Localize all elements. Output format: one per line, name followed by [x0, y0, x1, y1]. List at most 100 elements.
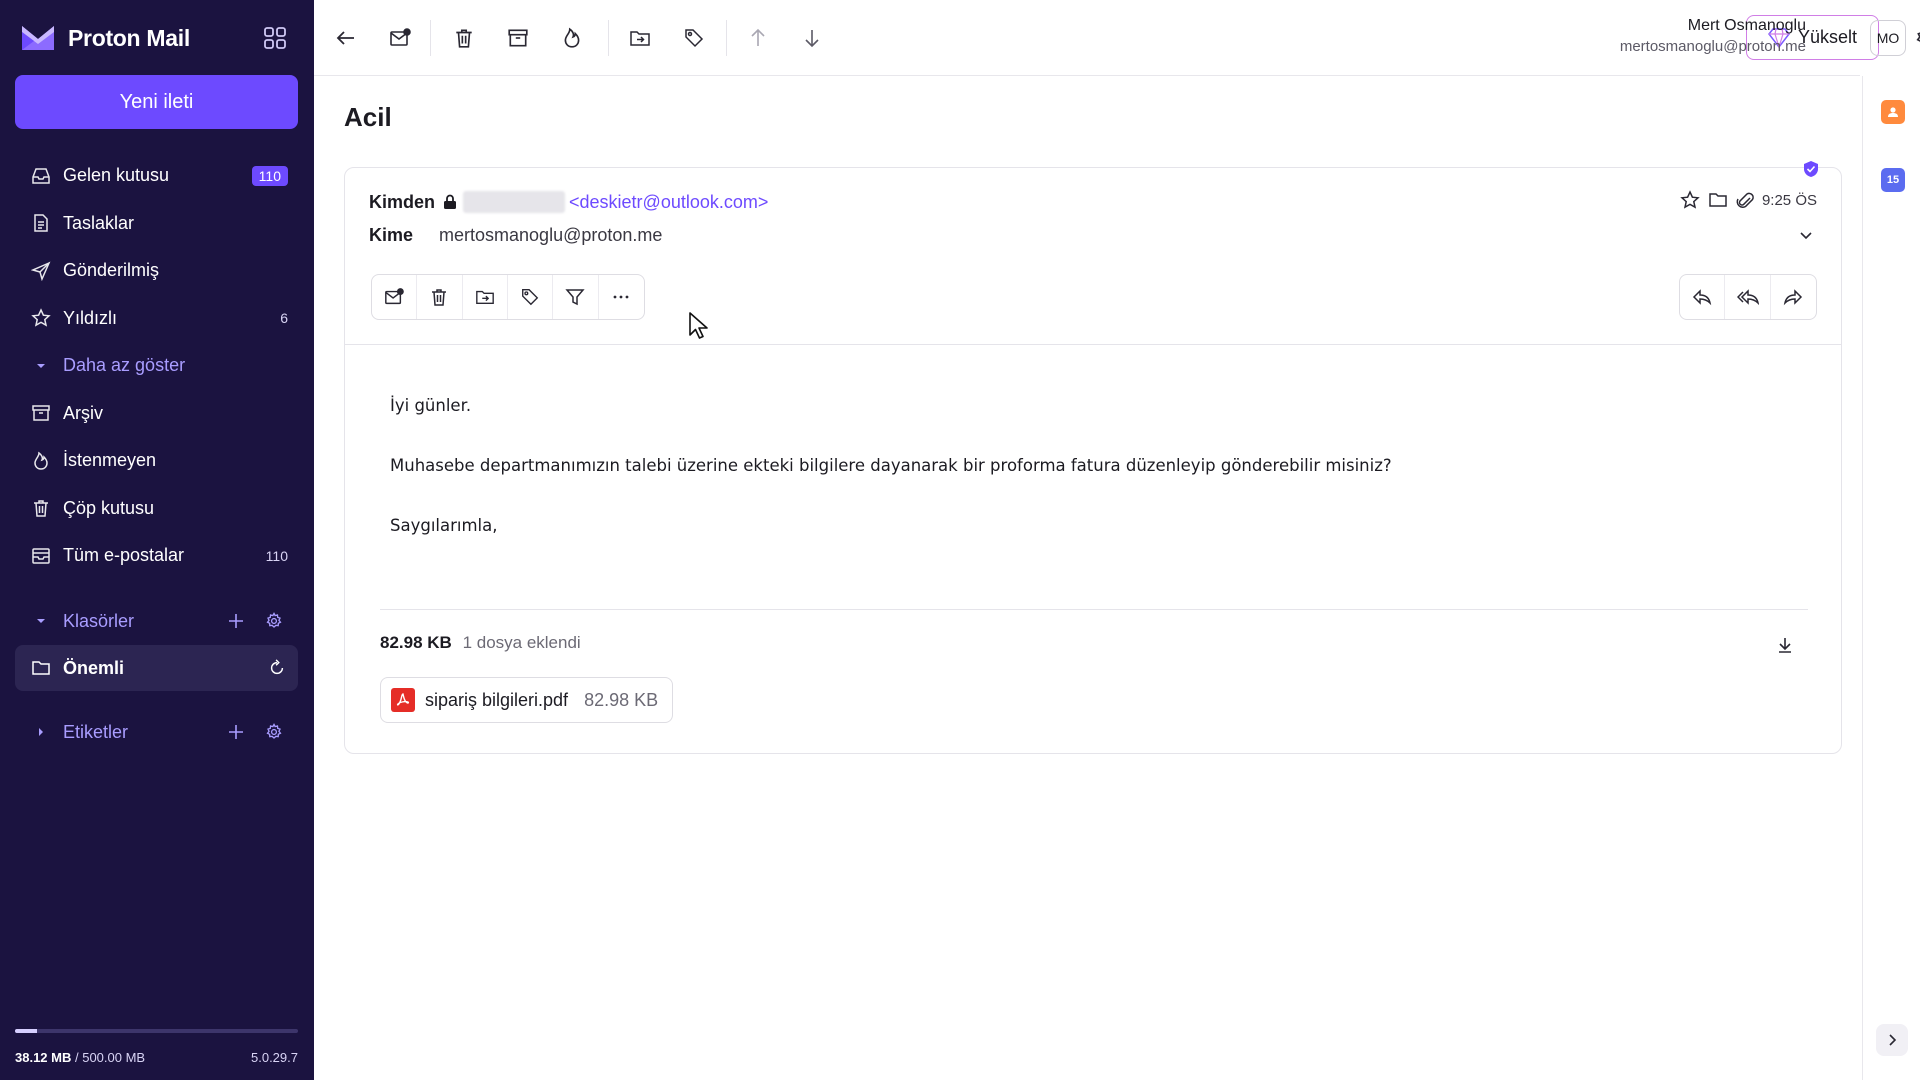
archive-icon	[31, 403, 51, 423]
label-button[interactable]	[508, 275, 554, 319]
attachment-file[interactable]: sipariş bilgileri.pdf 82.98 KB	[380, 677, 674, 723]
app-switcher-button[interactable]	[261, 24, 289, 52]
contacts-app-icon[interactable]	[1881, 100, 1905, 124]
body-paragraph: Muhasebe departmanımızın talebi üzerine …	[390, 456, 1392, 475]
next-message-button[interactable]	[796, 22, 828, 54]
attachments-summary: 82.98 KB 1 dosya eklendi	[380, 633, 581, 653]
to-label: Kime	[369, 225, 414, 245]
trash-icon	[432, 289, 447, 306]
storage-used: 38.12 MB	[15, 1050, 72, 1065]
brand[interactable]: Proton Mail	[20, 22, 190, 54]
settings-button[interactable]	[1910, 21, 1920, 55]
sidebar-item-spam[interactable]: İstenmeyen	[15, 437, 298, 485]
lock-icon[interactable]	[443, 194, 457, 210]
plus-icon	[229, 725, 243, 739]
upgrade-label: Yükselt	[1797, 27, 1858, 47]
download-all-button[interactable]	[1773, 633, 1797, 657]
starred-count: 6	[280, 310, 288, 327]
attachments-count: 1 dosya eklendi	[462, 633, 581, 652]
user-name: Mert Osmanoglu	[1687, 17, 1806, 34]
draft-icon	[31, 213, 51, 233]
trash-button[interactable]	[417, 275, 463, 319]
arrow-up-icon	[751, 28, 765, 46]
filter-icon	[565, 289, 586, 306]
labels-section-header[interactable]: Etiketler	[15, 709, 298, 755]
body-signoff: Saygılarımla,	[390, 516, 498, 535]
storage-usage[interactable]: 38.12 MB / 500.00 MB	[15, 1050, 145, 1065]
paper-plane-icon	[31, 261, 51, 281]
sidebar-item-label: Yıldızlı	[63, 307, 118, 328]
sidebar-item-label: Tüm e-postalar	[63, 545, 185, 566]
mark-unread-button[interactable]	[384, 22, 416, 54]
mark-unread-button[interactable]	[372, 275, 418, 319]
avatar[interactable]: MO	[1870, 20, 1906, 56]
show-less-toggle[interactable]: Daha az göster	[15, 342, 298, 390]
folders-section-header[interactable]: Klasörler	[15, 598, 298, 644]
envelope-dot-icon	[385, 288, 404, 305]
filter-button[interactable]	[553, 275, 599, 319]
new-message-button[interactable]: Yeni ileti	[15, 75, 298, 129]
attachment-size: 82.98 KB	[584, 689, 659, 710]
reply-button[interactable]	[1680, 275, 1726, 319]
sidebar-item-all-mail[interactable]: Tüm e-postalar 110	[15, 532, 298, 580]
user-account[interactable]: Mert Osmanoglu mertosmanoglu@proton.me	[1620, 17, 1806, 55]
move-to-folder-button[interactable]	[624, 22, 656, 54]
add-folder-button[interactable]	[222, 607, 250, 635]
back-button[interactable]	[330, 22, 362, 54]
sidebar-item-trash[interactable]: Çöp kutusu	[15, 485, 298, 533]
star-icon[interactable]	[1680, 190, 1700, 210]
verified-shield-icon[interactable]	[1802, 160, 1820, 178]
all-mail-icon	[31, 546, 51, 566]
sidebar-item-archive[interactable]: Arşiv	[15, 390, 298, 438]
all-mail-count: 110	[265, 547, 288, 564]
label-settings-button[interactable]	[260, 718, 288, 746]
expand-headers-button[interactable]	[1795, 224, 1817, 246]
app-version[interactable]: 5.0.29.7	[251, 1050, 298, 1065]
message-toolbar: Yükselt Mert Osmanoglu mertosmanoglu@pro…	[314, 0, 1920, 76]
folder-settings-button[interactable]	[260, 607, 288, 635]
move-to-folder-button[interactable]	[463, 275, 508, 319]
sidebar-item-inbox[interactable]: Gelen kutusu 110	[15, 152, 298, 200]
forward-icon	[1784, 289, 1803, 306]
trash-button[interactable]	[448, 22, 480, 54]
tag-icon	[685, 29, 704, 48]
recipient-email[interactable]: mertosmanoglu@proton.me	[439, 225, 662, 246]
storage-progress-fill	[15, 1029, 37, 1033]
fire-icon	[31, 451, 51, 471]
mouse-cursor-icon	[688, 311, 710, 341]
folder-move-icon	[475, 290, 494, 305]
brand-name: Proton Mail	[68, 24, 190, 51]
sidebar-item-label: Gelen kutusu	[63, 165, 170, 186]
refresh-icon[interactable]	[268, 659, 286, 677]
labels-label: Etiketler	[63, 721, 129, 742]
reply-all-button[interactable]	[1725, 275, 1771, 319]
gear-icon	[1916, 32, 1920, 43]
from-label: Kimden	[369, 191, 436, 212]
move-to-spam-button[interactable]	[556, 22, 588, 54]
trash-icon	[31, 498, 51, 518]
folder-move-icon	[630, 31, 650, 46]
reply-action-group	[1679, 274, 1817, 320]
expand-rail-button[interactable]	[1876, 1024, 1908, 1056]
grid-icon	[264, 27, 286, 49]
label-button[interactable]	[678, 22, 710, 54]
archive-button[interactable]	[502, 22, 534, 54]
previous-message-button[interactable]	[742, 22, 774, 54]
message-time: 9:25 ÖS	[1761, 191, 1817, 209]
proton-mail-logo-icon	[20, 24, 56, 52]
sender-email[interactable]: <deskietr@outlook.com>	[569, 192, 768, 213]
sidebar-item-label: Gönderilmiş	[63, 260, 160, 281]
add-label-button[interactable]	[222, 718, 250, 746]
forward-button[interactable]	[1771, 275, 1816, 319]
more-actions-button[interactable]	[599, 275, 644, 319]
sidebar-item-starred[interactable]: Yıldızlı 6	[15, 295, 298, 343]
chevron-right-icon	[1889, 1034, 1897, 1046]
calendar-app-icon[interactable]: 15	[1881, 168, 1905, 192]
show-less-label: Daha az göster	[63, 355, 186, 376]
sidebar-item-label: Çöp kutusu	[63, 497, 155, 518]
sidebar-item-sent[interactable]: Gönderilmiş	[15, 247, 298, 295]
folder-icon	[31, 658, 51, 678]
sidebar-item-folder-onemli[interactable]: Önemli	[15, 645, 298, 691]
inbox-icon	[31, 166, 51, 186]
sidebar-item-drafts[interactable]: Taslaklar	[15, 200, 298, 248]
